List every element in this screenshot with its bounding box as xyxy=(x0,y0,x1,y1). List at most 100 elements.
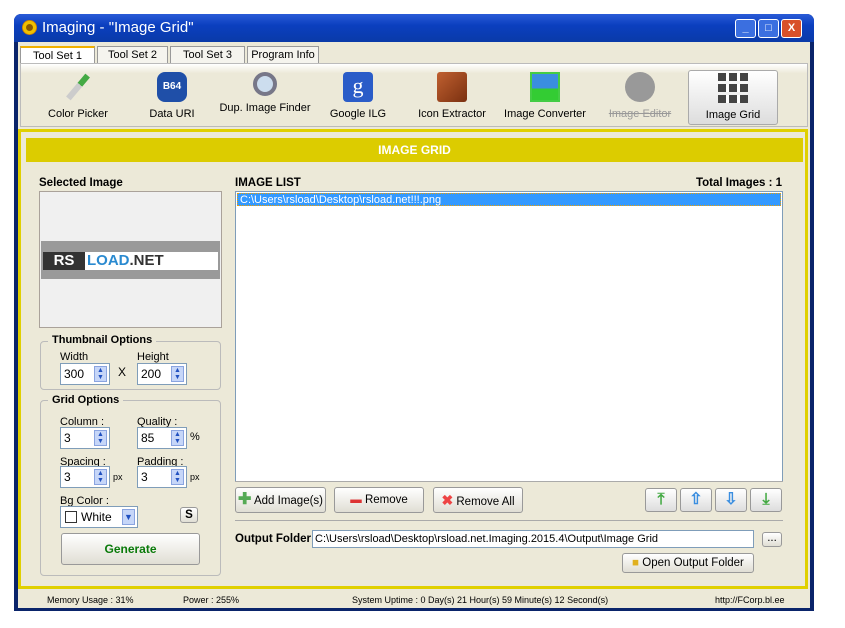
website-link[interactable]: http://FCorp.bl.ee xyxy=(715,592,785,608)
arrow-down-icon: ⇩ xyxy=(724,491,738,508)
quality-value: 85 xyxy=(141,431,155,445)
tab-tool-set-3[interactable]: Tool Set 3 xyxy=(170,46,245,63)
tool-label: Image Editor xyxy=(608,108,672,120)
s-button[interactable]: S xyxy=(180,507,198,523)
width-label: Width xyxy=(60,351,89,363)
eyedropper-icon xyxy=(66,73,90,101)
spin-arrows-icon[interactable]: ▲ ▼ xyxy=(94,430,107,446)
move-down-button[interactable]: ⇩ xyxy=(715,488,747,512)
move-bottom-button[interactable]: ⤓ xyxy=(750,488,782,512)
column-value: 3 xyxy=(64,431,71,445)
move-top-button[interactable]: ⤒ xyxy=(645,488,677,512)
open-label: Open Output Folder xyxy=(642,557,744,569)
title-bar: Imaging - "Image Grid" xyxy=(14,14,814,42)
spin-arrows-icon[interactable]: ▲ ▼ xyxy=(171,366,184,382)
box-icon xyxy=(437,72,467,102)
minimize-button[interactable]: _ xyxy=(735,19,756,38)
tool-google-ilg[interactable]: g Google ILG xyxy=(326,70,390,125)
list-item[interactable]: C:\Users\rsload\Desktop\rsload.net!!!.pn… xyxy=(237,193,781,206)
window-title: Imaging - "Image Grid" xyxy=(42,19,194,36)
x-label: X xyxy=(118,365,127,379)
b64-icon: B64 xyxy=(157,72,187,102)
bg-color-select[interactable]: White ▼ xyxy=(60,506,138,528)
column-stepper[interactable]: 3 ▲ ▼ xyxy=(60,427,110,449)
tab-tool-set-1[interactable]: Tool Set 1 xyxy=(20,46,95,64)
maximize-button[interactable]: □ xyxy=(758,19,779,38)
add-label: Add Image(s) xyxy=(253,495,323,507)
arrow-top-icon: ⤒ xyxy=(657,491,665,508)
divider xyxy=(235,481,783,482)
spacing-stepper[interactable]: 3 ▲ ▼ xyxy=(60,466,110,488)
google-icon: g xyxy=(343,72,373,102)
power: Power : 255% xyxy=(183,595,240,605)
close-button[interactable]: X xyxy=(781,19,802,38)
remove-all-button[interactable]: ✖ Remove All xyxy=(433,487,523,513)
remove-all-label: Remove All xyxy=(456,496,515,508)
tool-dup-image-finder[interactable]: Dup. Image Finder xyxy=(218,70,312,125)
magnifier-icon xyxy=(253,72,277,96)
tool-label: Image Grid xyxy=(705,109,761,121)
status-bar: Memory Usage : 31% Power : 255% System U… xyxy=(18,592,810,608)
bg-color-value: White xyxy=(81,510,112,524)
selected-image-label: Selected Image xyxy=(39,177,123,189)
px-label: px xyxy=(113,472,123,482)
panel-header: IMAGE GRID xyxy=(26,138,803,162)
system-uptime: System Uptime : 0 Day(s) 21 Hour(s) 59 M… xyxy=(352,595,609,605)
padding-stepper[interactable]: 3 ▲ ▼ xyxy=(137,466,187,488)
width-stepper[interactable]: 300 ▲ ▼ xyxy=(60,363,110,385)
folder-icon: ■ xyxy=(632,557,640,569)
width-value: 300 xyxy=(64,367,85,381)
tab-tool-set-2[interactable]: Tool Set 2 xyxy=(97,46,168,63)
spin-arrows-icon[interactable]: ▲ ▼ xyxy=(171,430,184,446)
tool-label: Data URI xyxy=(149,108,195,120)
output-folder-input[interactable]: C:\Users\rsload\Desktop\rsload.net.Imagi… xyxy=(312,530,754,548)
rsload-logo: RS LOAD.NET xyxy=(41,241,220,279)
tool-image-grid[interactable]: Image Grid xyxy=(688,70,778,125)
convert-icon xyxy=(530,72,560,102)
selected-image-preview: RS LOAD.NET xyxy=(39,191,222,328)
tool-icon-extractor[interactable]: Icon Extractor xyxy=(414,70,490,125)
divider xyxy=(235,520,783,521)
browse-button[interactable]: ... xyxy=(762,532,782,547)
image-list[interactable]: C:\Users\rsload\Desktop\rsload.net!!!.pn… xyxy=(235,191,783,482)
memory-usage: Memory Usage : 31% xyxy=(47,595,134,605)
remove-button[interactable]: ▬ Remove xyxy=(334,487,424,513)
quality-stepper[interactable]: 85 ▲ ▼ xyxy=(137,427,187,449)
tool-label: Color Picker xyxy=(48,108,108,120)
x-icon: ✖ xyxy=(441,492,454,508)
tool-label: Image Converter xyxy=(504,108,586,120)
color-swatch xyxy=(65,511,77,523)
total-images: Total Images : 1 xyxy=(695,177,782,189)
output-folder-label: Output Folder xyxy=(235,533,312,545)
palette-icon xyxy=(625,72,655,102)
add-images-button[interactable]: ✚ Add Image(s) xyxy=(235,487,326,513)
spin-arrows-icon[interactable]: ▲ ▼ xyxy=(94,366,107,382)
plus-icon: ✚ xyxy=(238,491,252,508)
tool-image-editor[interactable]: Image Editor xyxy=(602,70,678,125)
spin-arrows-icon[interactable]: ▲ ▼ xyxy=(171,469,184,485)
percent-label: % xyxy=(190,431,200,443)
arrow-up-icon: ⇧ xyxy=(689,491,703,508)
tool-label: Icon Extractor xyxy=(418,108,486,120)
padding-value: 3 xyxy=(141,470,148,484)
remove-label: Remove xyxy=(364,494,408,506)
grid-options-title: Grid Options xyxy=(48,394,124,406)
generate-button[interactable]: Generate xyxy=(61,533,200,565)
image-list-label: IMAGE LIST xyxy=(235,177,301,189)
thumbnail-options-title: Thumbnail Options xyxy=(48,334,157,346)
tool-data-uri[interactable]: B64 Data URI xyxy=(140,70,204,125)
tool-color-picker[interactable]: Color Picker xyxy=(40,70,116,125)
height-label: Height xyxy=(137,351,169,363)
spacing-value: 3 xyxy=(64,470,71,484)
chevron-down-icon[interactable]: ▼ xyxy=(122,509,135,525)
open-output-folder-button[interactable]: ■ Open Output Folder xyxy=(622,553,754,573)
tool-label: Dup. Image Finder xyxy=(219,102,311,114)
tab-program-info[interactable]: Program Info xyxy=(247,46,319,63)
height-stepper[interactable]: 200 ▲ ▼ xyxy=(137,363,187,385)
arrow-bottom-icon: ⤓ xyxy=(762,491,770,508)
spin-arrows-icon[interactable]: ▲ ▼ xyxy=(94,469,107,485)
tool-label: Google ILG xyxy=(329,108,387,120)
px-label: px xyxy=(190,472,200,482)
move-up-button[interactable]: ⇧ xyxy=(680,488,712,512)
tool-image-converter[interactable]: Image Converter xyxy=(502,70,588,125)
